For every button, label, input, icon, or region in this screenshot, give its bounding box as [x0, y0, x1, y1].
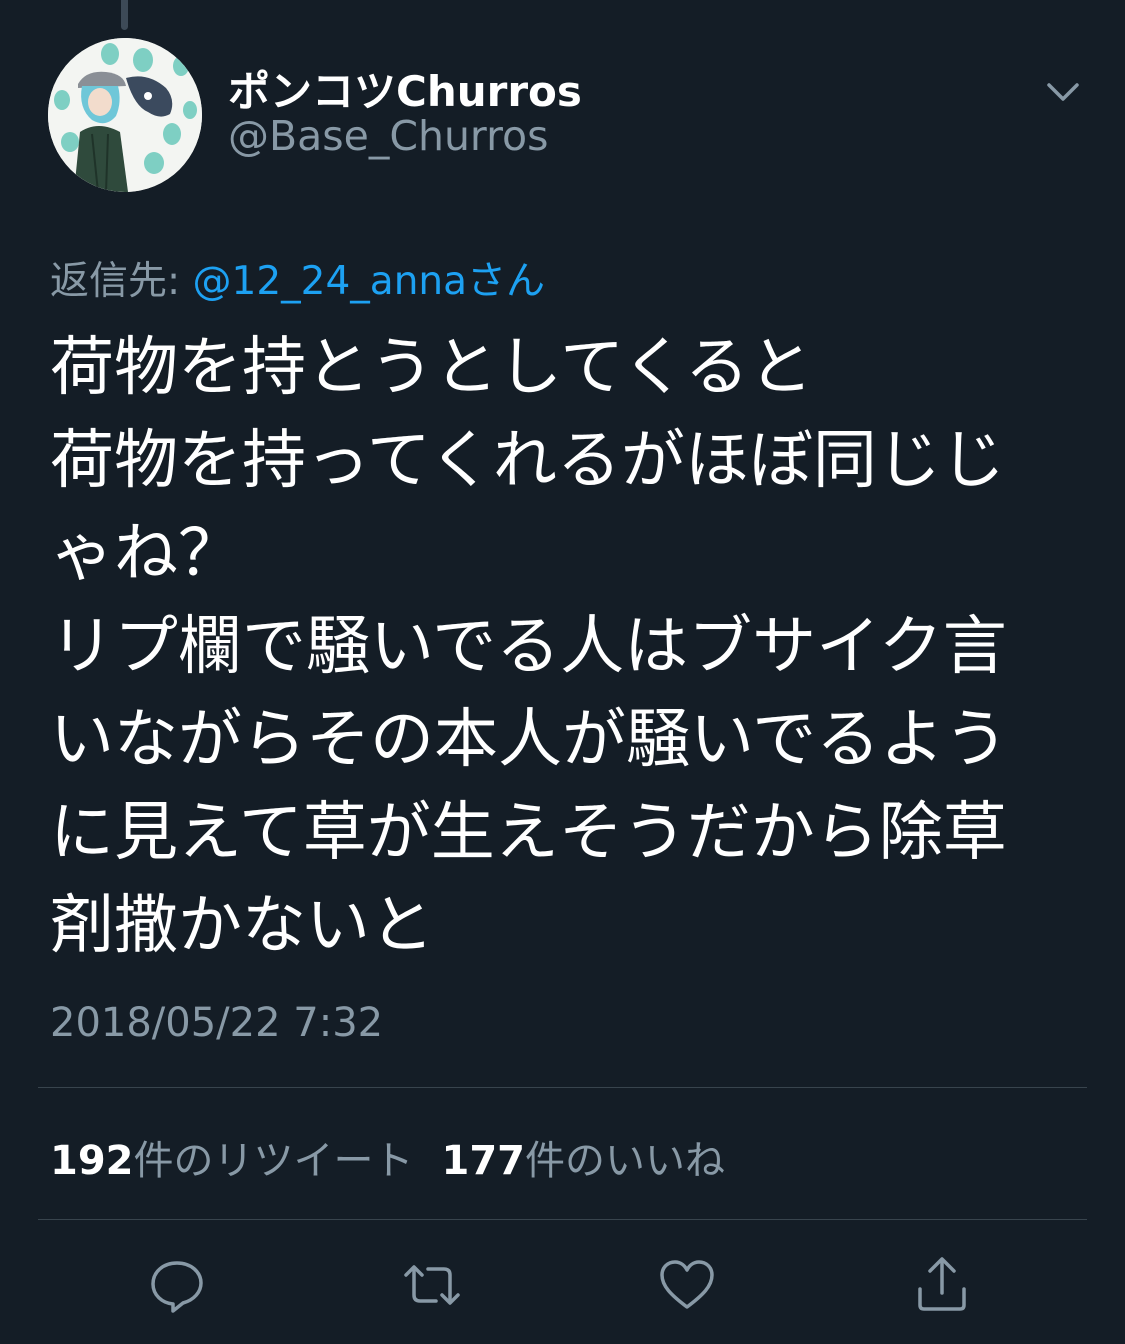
- retweets-count: 192: [50, 1138, 134, 1184]
- retweets-label: 件のリツイート: [133, 1138, 414, 1184]
- reply-context: 返信先: @12_24_annaさん: [50, 250, 545, 306]
- share-button[interactable]: [912, 1255, 972, 1315]
- reply-icon: [151, 1261, 203, 1313]
- share-icon: [918, 1257, 966, 1311]
- retweet-icon: [404, 1265, 460, 1305]
- tweet-text: 荷物を持とうとしてくると 荷物を持ってくれるがほぼ同じじゃね？ リプ欄で騒いでる…: [50, 331, 1009, 963]
- engagement-stats: 192件のリツイート 177件のいいね: [50, 1128, 753, 1186]
- thread-connector-line: [121, 0, 128, 30]
- likes-count: 177: [441, 1138, 526, 1184]
- reply-mention-link[interactable]: @12_24_annaさん: [193, 259, 546, 304]
- user-handle[interactable]: @Base_Churros: [228, 112, 548, 160]
- avatar[interactable]: [48, 38, 202, 192]
- likes-label: 件のいいね: [525, 1138, 725, 1184]
- more-options-button[interactable]: [1040, 72, 1086, 112]
- retweet-button[interactable]: [402, 1255, 462, 1315]
- chevron-down-icon: [1047, 83, 1079, 101]
- like-icon: [660, 1260, 714, 1309]
- reply-button[interactable]: [147, 1255, 207, 1315]
- retweets-stat[interactable]: 192件のリツイート: [50, 1128, 414, 1186]
- tweet-timestamp[interactable]: 2018/05/22 7:32: [50, 1000, 383, 1046]
- divider: [38, 1219, 1087, 1220]
- likes-stat[interactable]: 177件のいいね: [442, 1128, 726, 1186]
- reply-prefix: 返信先:: [50, 259, 193, 304]
- display-name[interactable]: ポンコツChurros: [228, 58, 582, 119]
- divider: [38, 1087, 1087, 1088]
- like-button[interactable]: [657, 1255, 717, 1315]
- avatar-illustration-icon: [48, 38, 202, 192]
